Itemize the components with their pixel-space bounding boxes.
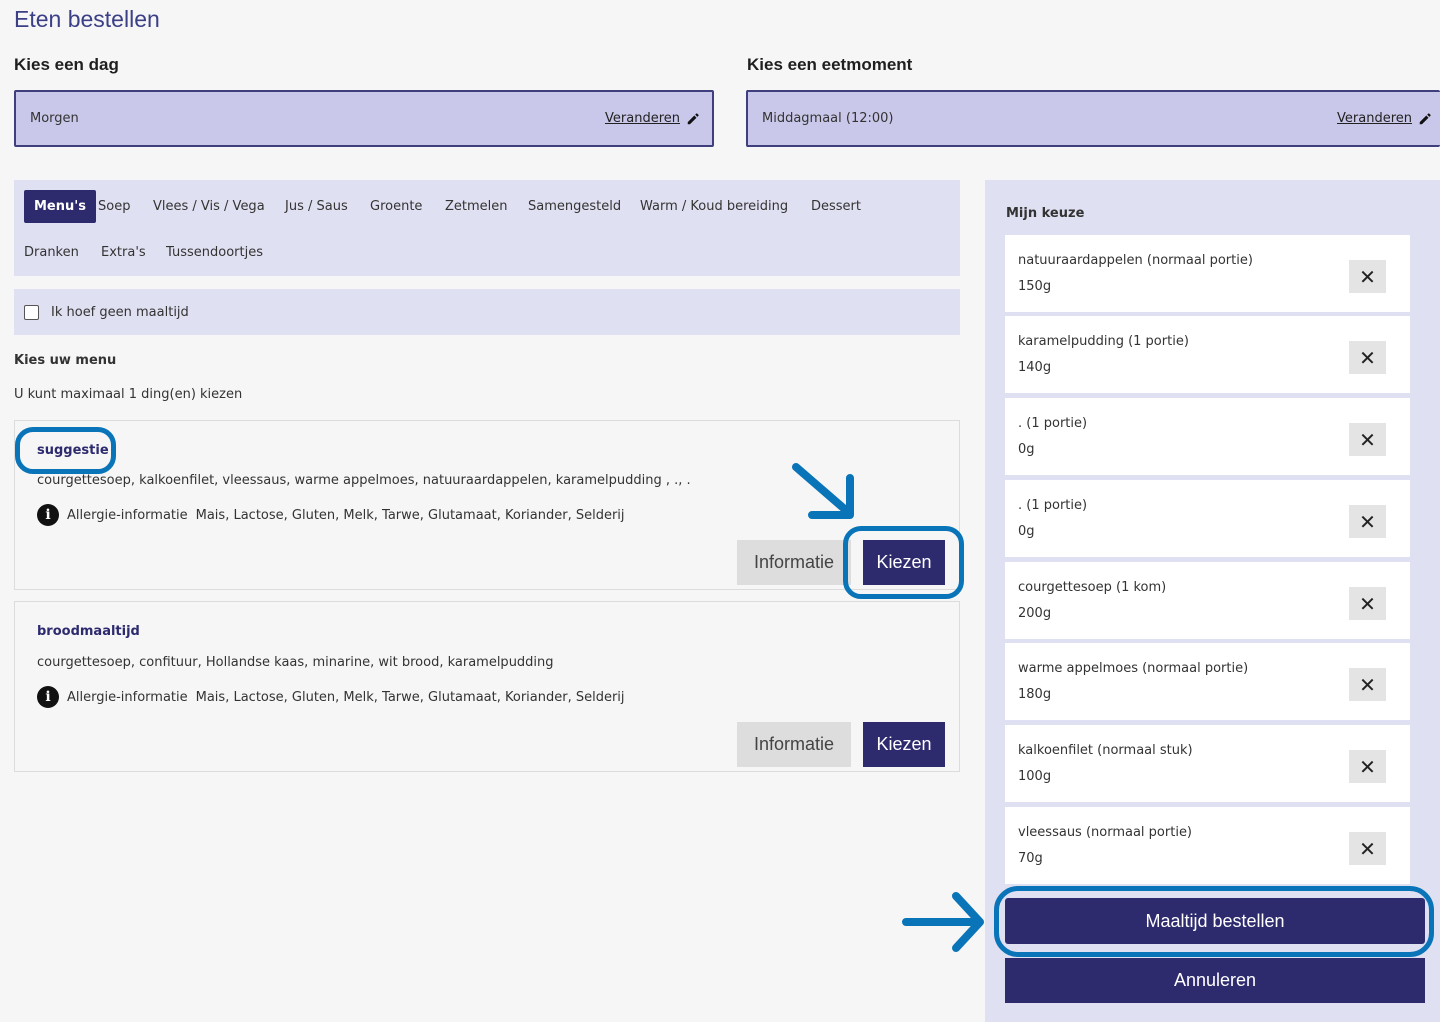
no-meal-option[interactable]: Ik hoef geen maaltijd xyxy=(14,289,960,335)
close-icon: ✕ xyxy=(1359,672,1376,697)
page-title: Eten bestellen xyxy=(14,6,160,32)
menu-limit-text: U kunt maximaal 1 ding(en) kiezen xyxy=(14,387,243,402)
tab-groente[interactable]: Groente xyxy=(360,190,432,223)
tab-zetmelen[interactable]: Zetmelen xyxy=(435,190,518,223)
tab-menus[interactable]: Menu's xyxy=(24,190,96,223)
choice-item-qty: 70g xyxy=(1018,851,1043,866)
choice-item-name: . (1 portie) xyxy=(1018,416,1088,431)
allergens: Mais, Lactose, Gluten, Melk, Tarwe, Glut… xyxy=(195,689,625,705)
allergy-label: Allergie-informatie xyxy=(67,507,188,523)
cancel-button[interactable]: Annuleren xyxy=(1005,958,1425,1003)
highlight-ring-suggestie xyxy=(15,427,116,474)
choice-item-qty: 100g xyxy=(1018,769,1052,784)
choice-item-name: kalkoenfilet (normaal stuk) xyxy=(1018,743,1193,758)
pencil-icon xyxy=(687,112,699,124)
tab-samengesteld[interactable]: Samengesteld xyxy=(518,190,631,223)
close-icon: ✕ xyxy=(1359,754,1376,779)
choice-item: karamelpudding (1 portie) 140g ✕ xyxy=(1005,316,1410,393)
close-icon: ✕ xyxy=(1359,264,1376,289)
choice-item-name: natuuraardappelen (normaal portie) xyxy=(1018,253,1253,268)
choice-item-qty: 200g xyxy=(1018,606,1052,621)
allergens: Mais, Lactose, Gluten, Melk, Tarwe, Glut… xyxy=(195,507,625,523)
info-button[interactable]: Informatie xyxy=(737,540,851,585)
choice-item: courgettesoep (1 kom) 200g ✕ xyxy=(1005,562,1410,639)
choice-item: . (1 portie) 0g ✕ xyxy=(1005,480,1410,557)
menu-title: broodmaaltijd xyxy=(37,624,140,639)
close-icon: ✕ xyxy=(1359,836,1376,861)
choice-item-name: courgettesoep (1 kom) xyxy=(1018,580,1167,595)
choice-item-qty: 180g xyxy=(1018,687,1052,702)
remove-button[interactable]: ✕ xyxy=(1349,341,1386,374)
choice-item-qty: 150g xyxy=(1018,279,1052,294)
close-icon: ✕ xyxy=(1359,509,1376,534)
choice-item: . (1 portie) 0g ✕ xyxy=(1005,398,1410,475)
close-icon: ✕ xyxy=(1359,591,1376,616)
moment-picker[interactable]: Middagmaal (12:00) Veranderen xyxy=(746,90,1440,147)
choice-item-name: karamelpudding (1 portie) xyxy=(1018,334,1189,349)
remove-button[interactable]: ✕ xyxy=(1349,750,1386,783)
info-icon[interactable]: i xyxy=(37,504,59,526)
choice-item-qty: 0g xyxy=(1018,442,1035,457)
remove-button[interactable]: ✕ xyxy=(1349,260,1386,293)
choice-item-name: warme appelmoes (normaal portie) xyxy=(1018,661,1249,676)
allergy-label: Allergie-informatie xyxy=(67,689,188,705)
choice-item: natuuraardappelen (normaal portie) 150g … xyxy=(1005,235,1410,312)
tab-tussendoortjes[interactable]: Tussendoortjes xyxy=(156,236,273,269)
choice-item: warme appelmoes (normaal portie) 180g ✕ xyxy=(1005,643,1410,720)
choice-item: kalkoenfilet (normaal stuk) 100g ✕ xyxy=(1005,725,1410,802)
highlight-ring-kiezen xyxy=(843,526,964,599)
day-value: Morgen xyxy=(30,111,79,126)
moment-change-label[interactable]: Veranderen xyxy=(1337,111,1412,126)
remove-button[interactable]: ✕ xyxy=(1349,587,1386,620)
day-picker[interactable]: Morgen Veranderen xyxy=(14,90,714,147)
tab-vlees-vis-vega[interactable]: Vlees / Vis / Vega xyxy=(143,190,275,223)
highlight-ring-order xyxy=(994,886,1434,957)
no-meal-label: Ik hoef geen maaltijd xyxy=(51,304,189,320)
category-tabs: Menu's Soep Vlees / Vis / Vega Jus / Sau… xyxy=(14,180,960,276)
info-icon[interactable]: i xyxy=(37,686,59,708)
menu-section-title: Kies uw menu xyxy=(14,353,117,368)
moment-change-link[interactable]: Veranderen xyxy=(1337,111,1432,126)
menu-description: courgettesoep, kalkoenfilet, vleessaus, … xyxy=(37,473,691,488)
remove-button[interactable]: ✕ xyxy=(1349,832,1386,865)
remove-button[interactable]: ✕ xyxy=(1349,505,1386,538)
day-change-label[interactable]: Veranderen xyxy=(605,111,680,126)
my-choice-title: Mijn keuze xyxy=(1006,206,1085,221)
choice-item: vleessaus (normaal portie) 70g ✕ xyxy=(1005,807,1410,884)
choice-item-name: . (1 portie) xyxy=(1018,498,1088,513)
day-section-label: Kies een dag xyxy=(14,55,119,74)
choice-item-qty: 0g xyxy=(1018,524,1035,539)
tab-soep[interactable]: Soep xyxy=(88,190,140,223)
tab-warm-koud-bereiding[interactable]: Warm / Koud bereiding xyxy=(630,190,798,223)
choice-item-name: vleessaus (normaal portie) xyxy=(1018,825,1193,840)
moment-section-label: Kies een eetmoment xyxy=(747,55,913,74)
pencil-icon xyxy=(1419,112,1431,124)
choice-item-qty: 140g xyxy=(1018,360,1052,375)
menu-card-broodmaaltijd: broodmaaltijd courgettesoep, confituur, … xyxy=(14,601,960,772)
moment-value: Middagmaal (12:00) xyxy=(762,111,894,126)
choose-button[interactable]: Kiezen xyxy=(863,722,945,767)
tab-jus-saus[interactable]: Jus / Saus xyxy=(275,190,358,223)
menu-description: courgettesoep, confituur, Hollandse kaas… xyxy=(37,655,554,670)
arrow-icon xyxy=(792,463,854,519)
allergy-info: i Allergie-informatie Mais, Lactose, Glu… xyxy=(37,504,625,526)
allergy-info: i Allergie-informatie Mais, Lactose, Glu… xyxy=(37,686,625,708)
close-icon: ✕ xyxy=(1359,345,1376,370)
tab-dessert[interactable]: Dessert xyxy=(801,190,871,223)
tab-dranken[interactable]: Dranken xyxy=(14,236,89,269)
arrow-icon xyxy=(902,892,984,952)
remove-button[interactable]: ✕ xyxy=(1349,668,1386,701)
tab-extras[interactable]: Extra's xyxy=(91,236,156,269)
no-meal-checkbox[interactable] xyxy=(24,304,39,320)
remove-button[interactable]: ✕ xyxy=(1349,423,1386,456)
close-icon: ✕ xyxy=(1359,427,1376,452)
day-change-link[interactable]: Veranderen xyxy=(605,111,700,126)
info-button[interactable]: Informatie xyxy=(737,722,851,767)
